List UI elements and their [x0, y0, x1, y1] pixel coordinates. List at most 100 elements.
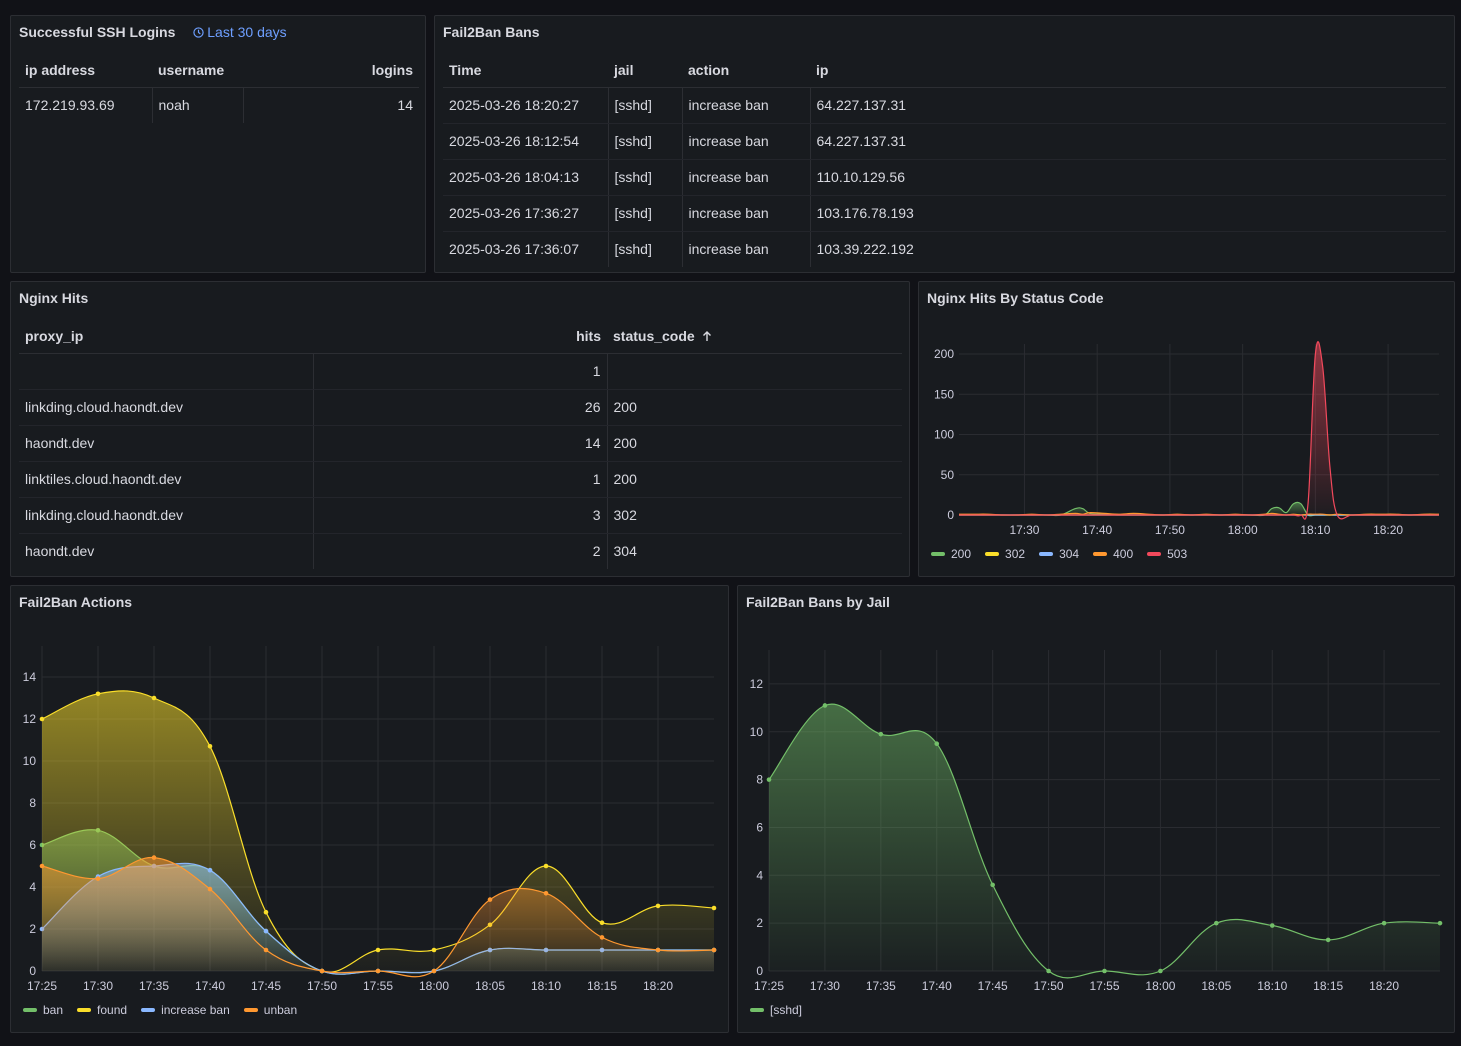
data-point[interactable] [207, 744, 213, 749]
data-point[interactable] [599, 935, 605, 940]
data-point[interactable] [934, 741, 940, 747]
nginx-status-chart[interactable]: 0 50 100 150 200 17:30 17:40 17:50 18:00 18:10 18:… [919, 282, 1454, 576]
legend-item[interactable]: [sshd] [750, 1003, 802, 1017]
column-header[interactable]: ip [810, 53, 1446, 88]
data-point[interactable] [878, 731, 884, 737]
y-tick-label: 12 [750, 677, 764, 691]
x-tick-label: 18:20 [1369, 979, 1399, 993]
data-point[interactable] [319, 968, 325, 974]
column-header[interactable]: jail [608, 53, 682, 88]
x-tick-label: 17:50 [1155, 523, 1185, 537]
legend-item[interactable]: 302 [985, 547, 1025, 561]
table-row[interactable]: 1 [19, 353, 902, 390]
column-header[interactable]: proxy_ip [19, 319, 313, 354]
x-tick-label: 18:10 [1300, 523, 1330, 537]
data-point[interactable] [655, 903, 661, 909]
column-header[interactable]: ip address [19, 53, 152, 88]
panel-title: Fail2Ban Bans [443, 24, 540, 40]
data-point[interactable] [263, 909, 269, 915]
fail2ban-actions-chart[interactable]: 0 2 4 6 8 10 12 14 17:25 17:30 17:35 17:40 17:45 17:5… [11, 586, 728, 1032]
legend-item[interactable]: found [77, 1003, 127, 1017]
data-point[interactable] [39, 716, 45, 722]
y-tick-label: 12 [23, 712, 37, 726]
data-point[interactable] [39, 863, 45, 869]
data-point[interactable] [1214, 920, 1219, 926]
legend-item[interactable]: 503 [1147, 547, 1187, 561]
x-tick-label: 18:15 [587, 979, 617, 993]
table-cell: noah [151, 87, 243, 123]
data-point[interactable] [95, 691, 101, 697]
data-point[interactable] [1325, 937, 1331, 943]
legend-item[interactable]: 304 [1039, 547, 1079, 561]
data-point[interactable] [543, 891, 549, 896]
data-point[interactable] [599, 920, 605, 925]
data-point[interactable] [1269, 923, 1275, 928]
data-point[interactable] [766, 777, 772, 782]
legend-item[interactable]: ban [23, 1003, 63, 1017]
data-point[interactable] [151, 695, 157, 701]
data-point[interactable] [711, 947, 717, 953]
table-row[interactable]: 2025-03-26 18:20:27 [sshd] increase ban 64.… [443, 87, 1446, 124]
table-cell: [sshd] [607, 123, 682, 160]
table-cell: 2025-03-26 17:36:07 [449, 241, 579, 258]
table-cell: increase ban [681, 159, 810, 196]
data-point[interactable] [207, 867, 213, 873]
x-tick-label: 18:10 [1257, 979, 1287, 993]
data-point[interactable] [263, 947, 269, 953]
ssh-logins-title: Successful SSH Logins Last 30 days [19, 24, 287, 40]
column-header[interactable]: action [682, 53, 810, 88]
table-row[interactable]: 2025-03-26 17:36:27 [sshd] increase ban 103… [443, 195, 1446, 232]
x-tick-label: 17:35 [866, 979, 896, 993]
data-point[interactable] [1437, 920, 1443, 926]
table-row[interactable]: 2025-03-26 18:04:13 [sshd] increase ban 110… [443, 159, 1446, 196]
data-point[interactable] [1102, 968, 1107, 974]
data-point[interactable] [711, 905, 717, 911]
legend-swatch [23, 1008, 37, 1012]
table-cell: haondt.dev [25, 543, 95, 560]
column-header[interactable]: logins [243, 53, 419, 88]
table-row[interactable]: linktiles.cloud.haondt.dev 1 200 [19, 461, 902, 498]
table-cell: [sshd] [607, 87, 682, 124]
data-point[interactable] [207, 886, 213, 892]
table-row[interactable]: linkding.cloud.haondt.dev 3 302 [19, 497, 902, 534]
table-row[interactable]: linkding.cloud.haondt.dev 26 200 [19, 389, 902, 426]
y-tick-label: 8 [29, 796, 36, 810]
data-point[interactable] [95, 876, 101, 881]
column-header[interactable]: username [152, 53, 243, 88]
time-range-badge[interactable]: Last 30 days [193, 24, 287, 40]
data-point[interactable] [543, 863, 549, 869]
data-point[interactable] [990, 882, 995, 888]
data-point[interactable] [1381, 920, 1387, 926]
y-tick-label: 0 [947, 508, 954, 522]
column-header[interactable]: hits [313, 319, 607, 354]
table-row[interactable]: 2025-03-26 17:36:07 [sshd] increase ban 103… [443, 231, 1446, 267]
data-point[interactable] [1158, 968, 1163, 974]
series-line-503[interactable] [959, 341, 1439, 520]
data-point[interactable] [151, 855, 157, 860]
legend-item[interactable]: 400 [1093, 547, 1133, 561]
table-cell [19, 353, 313, 390]
data-point[interactable] [1046, 968, 1051, 974]
x-tick-label: 17:30 [810, 979, 840, 993]
table-row[interactable]: haondt.dev 2 304 [19, 533, 902, 569]
data-point[interactable] [431, 968, 437, 974]
column-header-sorted[interactable]: status_code [607, 319, 902, 354]
table-row[interactable]: 172.219.93.69 noah 14 [19, 87, 419, 123]
table-row[interactable]: haondt.dev 14 200 [19, 425, 902, 462]
data-point[interactable] [375, 968, 381, 974]
table-row[interactable]: 2025-03-26 18:12:54 [sshd] increase ban 64.… [443, 123, 1446, 160]
legend-label: 302 [1005, 547, 1026, 561]
column-header[interactable]: Time [443, 53, 608, 88]
table-cell: 2025-03-26 18:04:13 [443, 159, 608, 196]
x-tick-label: 17:40 [922, 979, 952, 993]
data-point[interactable] [375, 947, 381, 953]
data-point[interactable] [263, 928, 269, 934]
data-point[interactable] [487, 897, 493, 902]
data-point[interactable] [655, 947, 661, 953]
bans-by-jail-chart[interactable]: 0 2 4 6 8 10 12 17:25 17:30 17:35 17:40 17:45 17:50 1… [738, 586, 1454, 1032]
legend-item[interactable]: unban [243, 1003, 297, 1017]
legend-item[interactable]: increase ban [141, 1003, 230, 1017]
data-point[interactable] [431, 947, 437, 953]
data-point[interactable] [822, 703, 828, 708]
legend-item[interactable]: 200 [931, 547, 971, 561]
